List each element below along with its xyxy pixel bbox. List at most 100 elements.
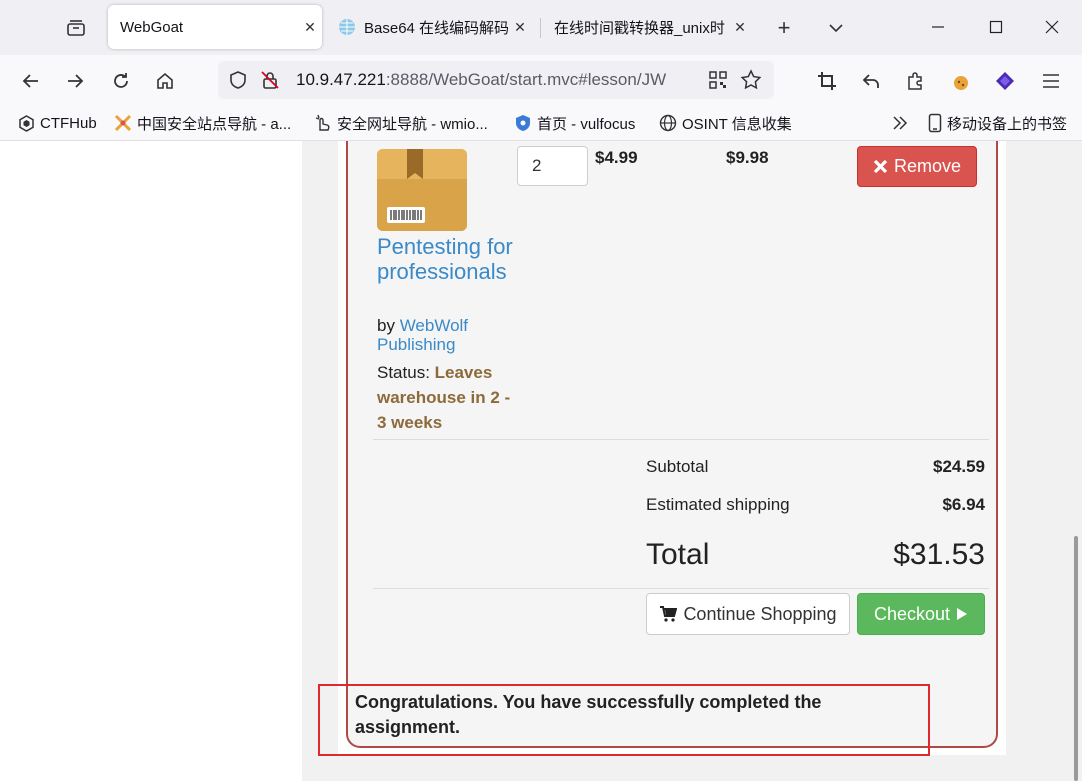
product-status: Status: Leaves warehouse in 2 - 3 weeks — [377, 360, 517, 435]
tab-list-icon — [67, 20, 85, 36]
bookmark-label: CTFHub — [40, 114, 97, 132]
close-tab-icon[interactable]: ✕ — [728, 15, 752, 39]
bookmarks-toolbar: CTFHub 中国安全站点导航 - a... 安全网址导航 - wmio... … — [0, 105, 1082, 141]
shopping-cart — [346, 141, 998, 748]
ctfhub-icon — [19, 114, 34, 132]
extension-cookie-icon — [954, 76, 968, 90]
bookmark-label: OSINT 信息收集 — [682, 115, 792, 133]
scrollbar-thumb[interactable] — [1074, 536, 1078, 781]
shopping-cart-icon — [660, 606, 678, 622]
product-name-link[interactable]: Pentesting for professionals — [377, 234, 517, 284]
crossed-swords-icon — [114, 114, 132, 132]
extensions-button[interactable] — [900, 66, 930, 96]
tab-title: Base64 在线编码解码 — [364, 19, 508, 37]
quantity-input[interactable]: 2 — [517, 146, 588, 186]
bookmark-label: 中国安全站点导航 - a... — [137, 115, 292, 133]
status-label: Status: — [377, 363, 435, 382]
chevron-down-icon — [829, 24, 843, 33]
continue-shopping-button[interactable]: Continue Shopping — [646, 593, 850, 635]
shipping-label: Estimated shipping — [646, 495, 790, 514]
bookmark-label: 移动设备上的书签 — [947, 115, 1068, 133]
line-total: $9.98 — [726, 148, 769, 167]
by-prefix: by — [377, 316, 400, 335]
app-menu-button[interactable] — [1036, 66, 1066, 96]
qr-code-icon[interactable] — [708, 70, 728, 90]
close-icon — [1045, 20, 1059, 34]
minimize-icon — [932, 26, 944, 28]
tab-timestamp[interactable]: 在线时间戳转换器_unix时 ✕ — [546, 5, 752, 49]
close-tab-icon[interactable]: ✕ — [298, 15, 322, 39]
package-icon — [377, 149, 467, 231]
bookmark-vulfocus[interactable]: 首页 - vulfocus — [514, 113, 635, 133]
product-publisher: by WebWolf Publishing — [377, 316, 507, 354]
hamburger-menu-icon — [1043, 74, 1059, 88]
new-tab-button[interactable]: + — [770, 14, 798, 42]
maximize-icon — [989, 20, 1003, 34]
highlight-annotation-box — [318, 684, 930, 756]
crop-icon — [818, 72, 836, 90]
tab-bar: WebGoat ✕ Base64 在线编码解码 ✕ 在线时间戳转换器_unix时… — [0, 0, 1082, 55]
page-content: Pentesting for professionals by WebWolf … — [0, 141, 1082, 781]
puzzle-icon — [908, 72, 922, 90]
shipping-value: $6.94 — [942, 495, 985, 514]
url-bar[interactable]: 10.9.47.221:8888/WebGoat/start.mvc#lesso… — [218, 61, 774, 99]
bookmark-security-nav[interactable]: 中国安全站点导航 - a... — [114, 113, 291, 133]
url-host: 10.9.47.221 — [296, 70, 386, 89]
arrow-right-icon — [68, 74, 84, 88]
purple-diamond-icon — [996, 72, 1014, 90]
subtotal-label: Subtotal — [646, 457, 709, 476]
tab-webgoat[interactable]: WebGoat ✕ — [108, 5, 322, 49]
close-window-button[interactable] — [1032, 10, 1072, 44]
undo-closed-tab-button[interactable] — [856, 66, 886, 96]
double-chevron-right-icon — [893, 116, 908, 130]
bookmark-ctfhub[interactable]: CTFHub — [18, 113, 97, 133]
total-value: $31.53 — [893, 538, 985, 571]
tab-list-button[interactable] — [62, 14, 90, 42]
subtotal-value: $24.59 — [933, 457, 985, 476]
list-all-tabs-button[interactable] — [822, 14, 850, 42]
total-label: Total — [646, 538, 710, 571]
extension-button[interactable] — [946, 66, 976, 96]
play-triangle-icon — [957, 608, 968, 620]
forward-button[interactable] — [60, 66, 90, 96]
more-bookmarks-button[interactable] — [891, 113, 914, 133]
screenshot-button[interactable] — [812, 66, 842, 96]
tracking-protection-shield-icon[interactable] — [228, 70, 248, 90]
tab-base64[interactable]: Base64 在线编码解码 ✕ — [332, 5, 532, 49]
mobile-bookmarks[interactable]: 移动设备上的书签 — [928, 113, 1067, 133]
continue-label: Continue Shopping — [683, 603, 837, 624]
navigation-toolbar: 10.9.47.221:8888/WebGoat/start.mvc#lesso… — [0, 55, 1082, 132]
undo-arrow-icon — [862, 74, 879, 88]
bookmark-star-icon[interactable] — [740, 69, 762, 91]
tab-separator — [540, 18, 541, 38]
minimize-button[interactable] — [918, 10, 958, 44]
arrow-left-icon — [22, 74, 38, 88]
remove-x-icon — [873, 159, 888, 174]
reload-icon — [114, 73, 128, 88]
url-text[interactable]: 10.9.47.221:8888/WebGoat/start.mvc#lesso… — [296, 70, 706, 90]
back-button[interactable] — [16, 66, 46, 96]
cart-divider — [373, 588, 989, 589]
home-icon — [157, 72, 173, 89]
bookmark-wmio[interactable]: 安全网址导航 - wmio... — [314, 113, 488, 133]
plus-icon: + — [777, 15, 791, 40]
tab-title: WebGoat — [120, 18, 184, 36]
tab-title: 在线时间戳转换器_unix时 — [554, 19, 725, 37]
vulfocus-shield-icon — [516, 115, 530, 131]
product-box-image — [377, 149, 467, 231]
remove-label: Remove — [893, 156, 962, 176]
page-scrollbar[interactable] — [1070, 141, 1082, 781]
remove-button[interactable]: Remove — [857, 146, 977, 187]
reload-button[interactable] — [106, 66, 136, 96]
checkout-button[interactable]: Checkout — [857, 593, 985, 635]
lesson-menu-area — [0, 141, 302, 781]
close-tab-icon[interactable]: ✕ — [508, 15, 532, 39]
insecure-lock-icon[interactable] — [260, 70, 280, 90]
maximize-button[interactable] — [976, 10, 1016, 44]
bookmark-osint[interactable]: OSINT 信息收集 — [659, 113, 792, 133]
mobile-device-icon — [928, 113, 942, 133]
extension-purple-button[interactable] — [990, 66, 1020, 96]
hand-cursor-icon — [315, 114, 330, 131]
site-favicon-icon — [339, 19, 355, 35]
home-button[interactable] — [150, 66, 180, 96]
